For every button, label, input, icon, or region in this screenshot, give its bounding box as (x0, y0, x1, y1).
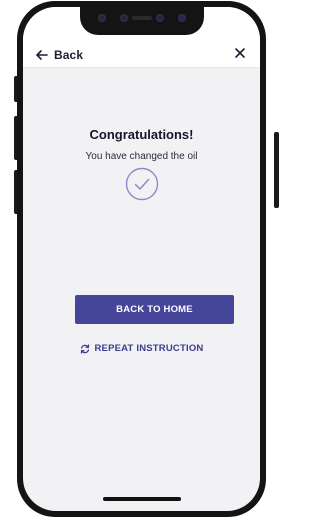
refresh-icon (80, 343, 90, 354)
back-to-home-button[interactable]: BACK TO HOME (75, 295, 234, 324)
close-icon (234, 47, 246, 59)
close-button[interactable] (234, 47, 246, 59)
sensor-icon (155, 14, 164, 22)
success-message: You have changed the oil (85, 151, 198, 162)
success-panel: Congratulations! You have changed the oi… (23, 67, 260, 511)
arrow-left-icon (36, 50, 48, 60)
front-camera-icon (177, 14, 186, 22)
power-button (274, 132, 279, 208)
sensor-icon (119, 14, 128, 22)
device-mockup: Back Congratulations! You have changed t… (0, 0, 279, 524)
sensor-icon (97, 14, 106, 22)
home-indicator[interactable] (102, 497, 181, 501)
speaker-grille (131, 16, 152, 20)
app-screen: Back Congratulations! You have changed t… (23, 7, 260, 511)
back-button-label: Back (54, 48, 84, 62)
repeat-instruction-label: REPEAT INSTRUCTION (94, 343, 204, 354)
repeat-instruction-button[interactable]: REPEAT INSTRUCTION (23, 343, 260, 354)
check-circle-icon (125, 167, 159, 201)
camera-notch (79, 7, 204, 35)
success-title: Congratulations! (89, 127, 194, 142)
phone-frame: Back Congratulations! You have changed t… (17, 1, 266, 517)
back-button[interactable]: Back (36, 48, 83, 62)
